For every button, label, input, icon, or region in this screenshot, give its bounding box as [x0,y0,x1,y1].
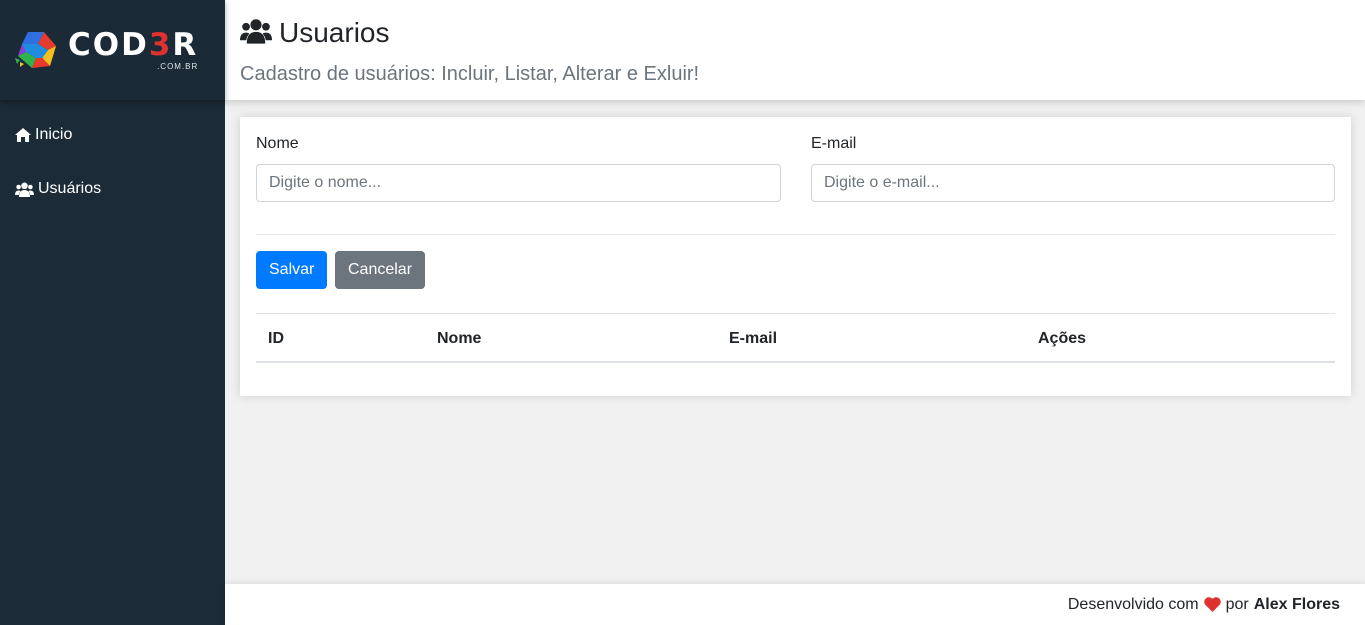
cancel-button[interactable]: Cancelar [335,251,425,289]
sidebar-item-usuarios[interactable]: Usuários [0,162,225,216]
footer: Desenvolvido com por Alex Flores [225,584,1365,625]
sidebar-item-label: Usuários [38,180,102,197]
column-header-acoes: Ações [1038,330,1087,347]
footer-text: Desenvolvido com [1067,595,1199,613]
users-icon [240,18,272,49]
page-header: Usuarios Cadastro de usuários: Incluir, … [225,0,1365,100]
footer-author: Alex Flores [1253,595,1340,613]
logo[interactable]: COD3R .COM.BR [0,0,225,100]
user-form-card: Nome E-mail Salvar Cancelar ID Nome E-ma… [240,117,1351,396]
column-header-id: ID [268,330,284,347]
name-input[interactable] [256,164,781,202]
column-header-nome: Nome [437,330,482,347]
save-button[interactable]: Salvar [256,251,327,289]
home-icon [15,128,31,142]
footer-text-por: por [1225,595,1249,613]
email-label: E-mail [811,135,857,152]
sidebar: COD3R .COM.BR Inicio Usuários [0,0,225,625]
sidebar-item-label: Inicio [35,126,73,143]
page-title: Usuarios [279,17,390,48]
column-header-email: E-mail [729,330,778,347]
sidebar-item-inicio[interactable]: Inicio [0,108,225,162]
divider [256,234,1335,235]
sidebar-menu: Inicio Usuários [0,100,225,216]
logo-domain: .COM.BR [157,61,199,71]
email-input[interactable] [811,164,1335,202]
cube-logo-icon [15,32,56,68]
logo-wordmark: COD3R [68,26,199,63]
users-table-header: ID Nome E-mail Ações [256,313,1335,363]
users-icon [15,182,34,197]
page-subtitle: Cadastro de usuários: Incluir, Listar, A… [240,63,700,85]
name-label: Nome [256,135,299,152]
heart-icon [1203,597,1221,612]
